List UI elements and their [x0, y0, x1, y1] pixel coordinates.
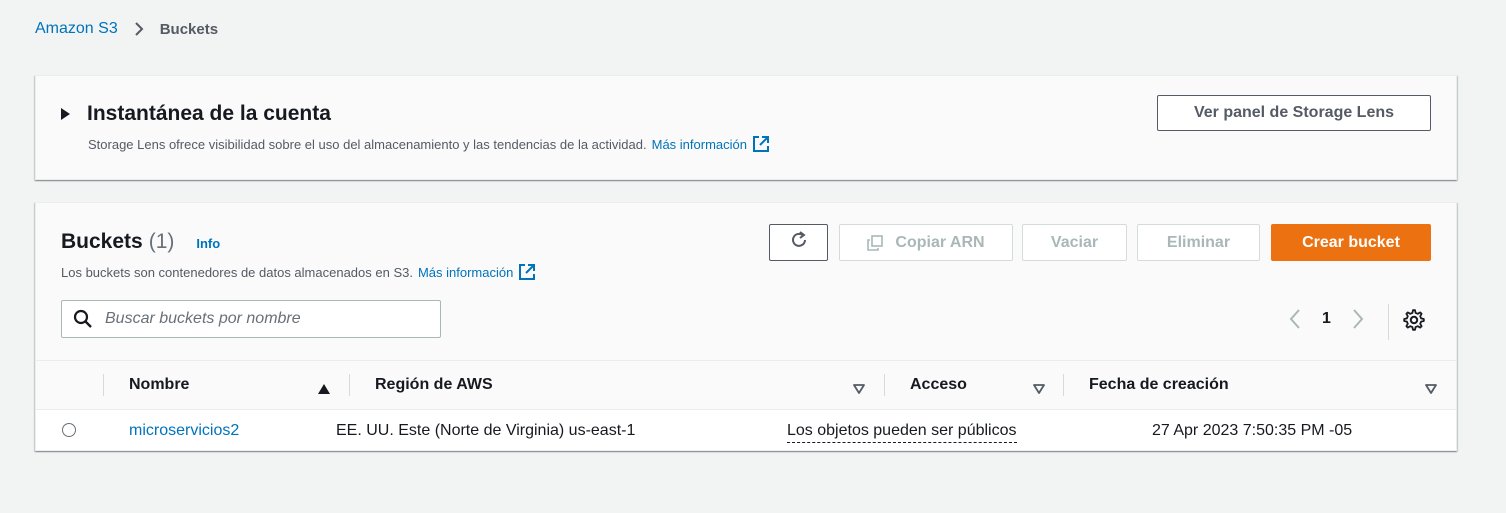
chevron-left-icon[interactable] — [1288, 308, 1302, 330]
buckets-header: Buckets (1) Info — [61, 230, 220, 254]
snapshot-header[interactable]: Instantánea de la cuenta — [61, 102, 331, 126]
column-header-created[interactable]: Fecha de creación — [1089, 376, 1229, 394]
table-row[interactable]: microservicios2 EE. UU. Este (Norte de V… — [36, 410, 1456, 450]
bucket-access[interactable]: Los objetos pueden ser públicos — [787, 422, 1017, 443]
create-bucket-button[interactable]: Crear bucket — [1271, 224, 1431, 261]
account-snapshot-panel: Instantánea de la cuenta Storage Lens of… — [35, 75, 1457, 180]
bucket-region: EE. UU. Este (Norte de Virginia) us-east… — [336, 422, 636, 439]
buckets-more-info-link[interactable]: Más información — [418, 265, 513, 280]
breadcrumb: Amazon S3 Buckets — [35, 20, 218, 38]
settings-gear-icon[interactable] — [1403, 309, 1425, 331]
copy-arn-label: Copiar ARN — [895, 233, 985, 251]
sort-descending-icon[interactable] — [853, 381, 865, 399]
chevron-right-icon — [130, 20, 148, 38]
search-input[interactable] — [103, 309, 407, 329]
copy-arn-button[interactable]: Copiar ARN — [839, 224, 1013, 261]
buckets-description: Los buckets son contenedores de datos al… — [61, 263, 536, 281]
copy-icon — [867, 234, 884, 251]
empty-bucket-button[interactable]: Vaciar — [1022, 224, 1127, 261]
view-storage-lens-button[interactable]: Ver panel de Storage Lens — [1157, 95, 1431, 131]
buckets-panel: Buckets (1) Info Los buckets son contene… — [35, 202, 1457, 451]
caret-right-icon[interactable] — [61, 108, 70, 120]
breadcrumb-current: Buckets — [159, 20, 219, 38]
breadcrumb-amazon-s3-link[interactable]: Amazon S3 — [35, 20, 118, 38]
table-header: Nombre Región de AWS Acceso Fecha de cre… — [36, 360, 1456, 410]
column-header-name[interactable]: Nombre — [129, 376, 189, 394]
buckets-title: Buckets — [61, 230, 143, 253]
column-header-region[interactable]: Región de AWS — [375, 376, 493, 394]
search-box[interactable] — [61, 300, 441, 338]
external-link-icon[interactable] — [752, 135, 770, 153]
external-link-icon[interactable] — [518, 263, 536, 281]
row-select-radio[interactable] — [62, 423, 76, 437]
current-page-number[interactable]: 1 — [1322, 310, 1331, 328]
column-divider — [349, 374, 350, 396]
column-divider — [1063, 374, 1064, 396]
buckets-count: (1) — [148, 230, 175, 253]
column-header-access[interactable]: Acceso — [910, 376, 967, 394]
pagination: 1 — [1288, 308, 1365, 330]
snapshot-more-info-link[interactable]: Más información — [652, 137, 747, 152]
snapshot-description-text: Storage Lens ofrece visibilidad sobre el… — [88, 136, 647, 152]
delete-bucket-button[interactable]: Eliminar — [1137, 224, 1260, 261]
column-divider — [884, 374, 885, 396]
refresh-button[interactable] — [769, 224, 828, 261]
divider — [1388, 304, 1389, 340]
bucket-created: 27 Apr 2023 7:50:35 PM -05 — [1152, 422, 1353, 439]
refresh-icon — [789, 230, 809, 255]
chevron-right-icon[interactable] — [1351, 308, 1365, 330]
info-link[interactable]: Info — [196, 236, 220, 251]
buckets-description-text: Los buckets son contenedores de datos al… — [61, 264, 413, 280]
search-icon — [73, 309, 93, 329]
column-divider — [103, 374, 104, 396]
sort-ascending-icon[interactable] — [318, 381, 330, 399]
sort-descending-icon[interactable] — [1425, 381, 1437, 399]
snapshot-title: Instantánea de la cuenta — [87, 102, 331, 125]
sort-descending-icon[interactable] — [1033, 381, 1045, 399]
snapshot-description: Storage Lens ofrece visibilidad sobre el… — [88, 135, 770, 153]
bucket-name-link[interactable]: microservicios2 — [129, 422, 239, 440]
